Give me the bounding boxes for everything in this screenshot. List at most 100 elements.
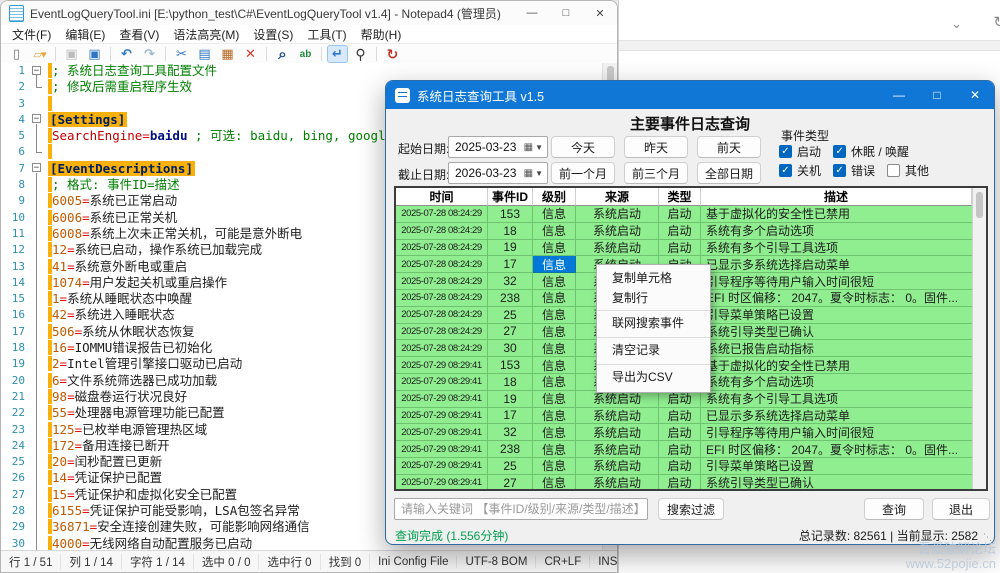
fold-marker-icon[interactable] (30, 79, 44, 95)
fold-marker-icon[interactable] (30, 438, 44, 454)
fold-marker-icon[interactable] (30, 242, 44, 258)
editor-line[interactable]: 1 ; 系统日志查询工具配置文件 (1, 63, 604, 79)
close-button[interactable]: ✕ (583, 1, 617, 25)
sep[interactable] (110, 47, 111, 61)
fold-marker-icon[interactable] (30, 340, 44, 356)
maximize-button[interactable]: □ (549, 1, 583, 25)
fold-marker-icon[interactable] (30, 291, 44, 307)
fold-marker-icon[interactable] (30, 503, 44, 519)
cell-level[interactable]: 信息 (533, 240, 576, 257)
cell-level[interactable]: 信息 (533, 206, 576, 223)
fold-marker-icon[interactable] (30, 405, 44, 421)
sep[interactable] (55, 47, 56, 61)
cell-level[interactable]: 信息 (533, 424, 576, 441)
cell-level[interactable]: 信息 (533, 256, 576, 273)
context-menu-item[interactable]: 联网搜索事件 (597, 310, 710, 335)
undo[interactable] (116, 45, 137, 63)
cell-level[interactable]: 信息 (533, 475, 576, 491)
cut[interactable] (171, 45, 192, 63)
table-row[interactable]: 2025-07-28 08:24:29 19 信息 系统启动 启动 系统有多个引… (396, 240, 972, 257)
cell-level[interactable]: 信息 (533, 307, 576, 324)
cell-level[interactable]: 信息 (533, 408, 576, 425)
save-as[interactable] (84, 45, 105, 63)
event-type-checkbox[interactable]: 其他 (887, 162, 929, 179)
scrollbar-thumb[interactable] (976, 192, 983, 218)
exit-button[interactable]: 退出 (932, 498, 990, 520)
delete[interactable] (240, 45, 261, 63)
fold-marker-icon[interactable] (30, 519, 44, 535)
context-menu-item[interactable]: 复制单元格 (597, 268, 710, 288)
table-row[interactable]: 2025-07-28 08:24:29 153 信息 系统启动 启动 基于虚拟化… (396, 206, 972, 223)
fold-marker-icon[interactable] (30, 275, 44, 291)
end-date-input[interactable]: 2026-03-23 ▦▼ (448, 162, 548, 184)
fold-marker-icon[interactable] (30, 324, 44, 340)
fold-marker-icon[interactable] (30, 356, 44, 372)
new-file[interactable] (6, 45, 27, 63)
event-type-checkbox[interactable]: 关机 (779, 162, 821, 179)
table-row[interactable]: 2025-07-29 08:29:41 27 信息 系统启动 启动 系统引导类型… (396, 475, 972, 491)
fold-marker-icon[interactable] (30, 454, 44, 470)
cell-level[interactable]: 信息 (533, 223, 576, 240)
quick-date-button[interactable]: 前天 (697, 136, 761, 158)
table-row[interactable]: 2025-07-29 08:29:41 32 信息 系统启动 启动 引导程序等待… (396, 424, 972, 441)
search-input[interactable] (394, 498, 648, 520)
table-scrollbar[interactable] (972, 188, 986, 489)
cell-level[interactable]: 信息 (533, 374, 576, 391)
fold-marker-icon[interactable] (30, 63, 44, 79)
redo[interactable] (139, 45, 160, 63)
calendar-dropdown-icon[interactable]: ▦▼ (524, 142, 547, 153)
column-header[interactable]: 来源 (576, 188, 659, 206)
paste[interactable] (217, 45, 238, 63)
copy[interactable] (194, 45, 215, 63)
refresh-icon[interactable]: ↻ (993, 13, 1000, 31)
close-button[interactable]: ✕ (956, 81, 994, 109)
fold-marker-icon[interactable] (30, 307, 44, 323)
sep[interactable] (321, 47, 322, 61)
fold-marker-icon[interactable] (30, 210, 44, 226)
table-row[interactable]: 2025-07-28 08:24:29 18 信息 系统启动 启动 系统有多个启… (396, 223, 972, 240)
fold-marker-icon[interactable] (30, 487, 44, 503)
fold-marker-icon[interactable] (30, 161, 44, 177)
save[interactable] (61, 45, 82, 63)
fold-marker-icon[interactable] (30, 128, 44, 144)
fold-marker-icon[interactable] (30, 193, 44, 209)
column-header[interactable]: 事件ID (488, 188, 533, 206)
menu-item[interactable]: 文件(F) (5, 26, 58, 43)
reload[interactable] (382, 45, 403, 63)
event-type-checkbox[interactable]: 启动 (779, 143, 821, 160)
word-wrap[interactable] (327, 45, 348, 63)
context-menu-item[interactable]: 导出为CSV (597, 364, 710, 389)
column-header[interactable]: 类型 (659, 188, 701, 206)
table-row[interactable]: 2025-07-29 08:29:41 17 信息 系统启动 启动 已显示多系统… (396, 408, 972, 425)
fold-marker-icon[interactable] (30, 259, 44, 275)
context-menu-item[interactable]: 清空记录 (597, 337, 710, 362)
fold-marker-icon[interactable] (30, 177, 44, 193)
menu-item[interactable]: 语法高亮(M) (166, 26, 246, 43)
sep[interactable] (165, 47, 166, 61)
fold-marker-icon[interactable] (30, 470, 44, 486)
table-row[interactable]: 2025-07-29 08:29:41 238 信息 系统启动 启动 EFI 时… (396, 441, 972, 458)
menu-item[interactable]: 帮助(H) (354, 26, 409, 43)
cell-level[interactable]: 信息 (533, 391, 576, 408)
cell-level[interactable]: 信息 (533, 324, 576, 341)
sep[interactable] (376, 47, 377, 61)
menu-item[interactable]: 查看(V) (112, 26, 166, 43)
menu-item[interactable]: 设置(S) (246, 26, 300, 43)
maximize-button[interactable]: □ (918, 81, 956, 109)
fold-marker-icon[interactable] (30, 422, 44, 438)
chevron-down-icon[interactable]: ⌄ (951, 16, 962, 32)
context-menu-item[interactable]: 复制行 (597, 288, 710, 308)
pin[interactable] (350, 45, 371, 63)
quick-date-button[interactable]: 全部日期 (697, 162, 761, 184)
quick-date-button[interactable]: 前一个月 (551, 162, 615, 184)
quick-date-button[interactable]: 前三个月 (624, 162, 688, 184)
fold-marker-icon[interactable] (30, 144, 44, 160)
table-row[interactable]: 2025-07-29 08:29:41 19 信息 系统启动 启动 系统有多个引… (396, 391, 972, 408)
table-row[interactable]: 2025-07-29 08:29:41 25 信息 系统启动 启动 引导菜单策略… (396, 458, 972, 475)
fold-marker-icon[interactable] (30, 373, 44, 389)
fold-marker-icon[interactable] (30, 96, 44, 112)
column-header[interactable]: 描述 (701, 188, 972, 206)
event-type-checkbox[interactable]: 错误 (833, 162, 875, 179)
fold-marker-icon[interactable] (30, 112, 44, 128)
menu-item[interactable]: 编辑(E) (58, 26, 112, 43)
